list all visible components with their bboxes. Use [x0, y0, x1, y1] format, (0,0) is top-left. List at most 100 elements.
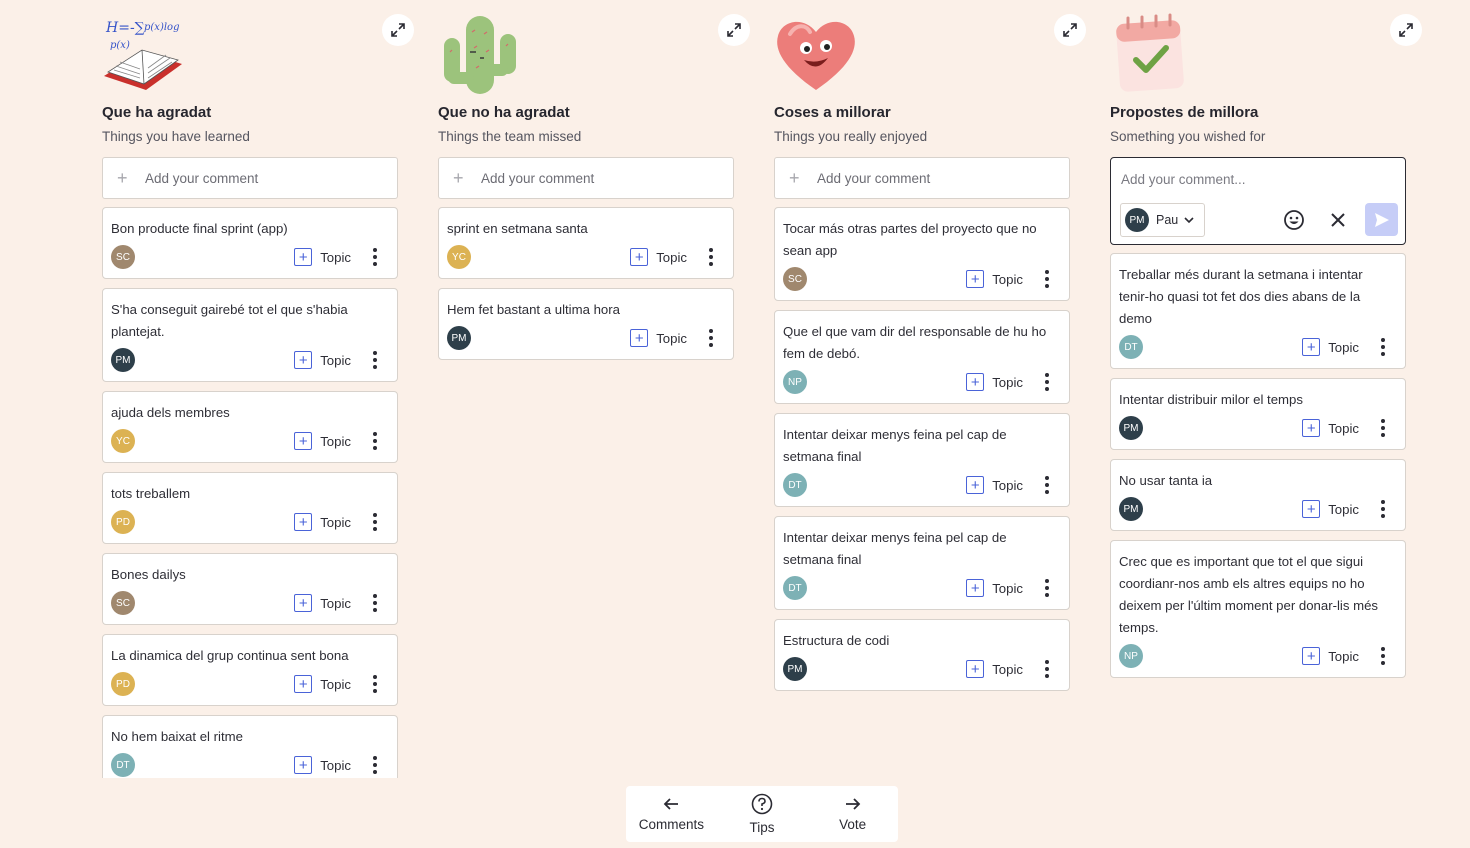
kebab-dot: [1381, 433, 1385, 437]
author-select[interactable]: PM Pau: [1120, 203, 1205, 237]
add-topic-button[interactable]: + Topic: [294, 248, 351, 266]
kebab-dot: [709, 336, 713, 340]
more-options-button[interactable]: [365, 348, 385, 372]
comments-button[interactable]: Comments: [626, 786, 717, 842]
add-topic-button[interactable]: + Topic: [966, 476, 1023, 494]
comment-card[interactable]: Tocar más otras partes del proyecto que …: [774, 207, 1070, 301]
bottom-nav-bar: Comments Tips Vote: [626, 786, 898, 842]
more-options-button[interactable]: [365, 510, 385, 534]
more-options-button[interactable]: [1037, 657, 1057, 681]
kebab-dot: [373, 262, 377, 266]
kebab-dot: [709, 262, 713, 266]
add-topic-button[interactable]: + Topic: [294, 756, 351, 774]
add-topic-button[interactable]: + Topic: [630, 248, 687, 266]
plus-square-icon: +: [294, 756, 313, 774]
card-text: Treballar més durant la setmana i intent…: [1119, 267, 1363, 326]
add-topic-button[interactable]: + Topic: [294, 432, 351, 450]
add-topic-button[interactable]: + Topic: [966, 660, 1023, 678]
expand-icon: [1399, 23, 1413, 37]
vote-button[interactable]: Vote: [807, 786, 898, 842]
more-options-button[interactable]: [365, 591, 385, 615]
comment-card[interactable]: tots treballem PD + Topic: [102, 472, 398, 544]
comment-input[interactable]: [1121, 172, 1391, 187]
add-topic-button[interactable]: + Topic: [630, 329, 687, 347]
comment-card[interactable]: Intentar deixar menys feina pel cap de s…: [774, 516, 1070, 610]
arrow-left-icon: [664, 798, 679, 810]
more-options-button[interactable]: [1373, 335, 1393, 359]
comment-card[interactable]: No usar tanta ia PM + Topic: [1110, 459, 1406, 531]
comment-card[interactable]: Bones dailys SC + Topic: [102, 553, 398, 625]
comment-card[interactable]: La dinamica del grup continua sent bona P…: [102, 634, 398, 706]
add-topic-button[interactable]: + Topic: [1302, 500, 1359, 518]
kebab-dot: [1381, 338, 1385, 342]
more-options-button[interactable]: [365, 245, 385, 269]
comment-card[interactable]: ajuda dels membres YC + Topic: [102, 391, 398, 463]
plus-square-icon: +: [966, 270, 985, 288]
card-footer: PM + Topic: [111, 347, 389, 373]
card-text: ajuda dels membres: [111, 405, 230, 420]
comment-card[interactable]: Intentar deixar menys feina pel cap de s…: [774, 413, 1070, 507]
comment-card[interactable]: Treballar més durant la setmana i intent…: [1110, 253, 1406, 369]
more-options-button[interactable]: [1037, 576, 1057, 600]
cancel-comment-button[interactable]: [1328, 210, 1348, 230]
add-topic-button[interactable]: + Topic: [294, 513, 351, 531]
more-options-button[interactable]: [365, 429, 385, 453]
comment-card[interactable]: S'ha conseguit gairebé tot el que s'habi…: [102, 288, 398, 382]
comment-card[interactable]: No hem baixat el ritme DT + Topic: [102, 715, 398, 778]
avatar: NP: [783, 370, 807, 394]
more-options-button[interactable]: [365, 753, 385, 777]
more-options-button[interactable]: [1037, 473, 1057, 497]
comment-card[interactable]: Intentar distribuir milor el temps PM + Top…: [1110, 378, 1406, 450]
expand-icon: [1063, 23, 1077, 37]
more-options-button[interactable]: [1373, 416, 1393, 440]
comment-card[interactable]: sprint en setmana santa YC + Topic: [438, 207, 734, 279]
add-topic-button[interactable]: + Topic: [966, 270, 1023, 288]
more-options-button[interactable]: [1373, 644, 1393, 668]
plus-icon: +: [117, 168, 128, 188]
topic-label: Topic: [1328, 501, 1359, 517]
plus-square-icon: +: [294, 432, 313, 450]
add-topic-button[interactable]: + Topic: [1302, 647, 1359, 665]
add-comment-label: Add your comment: [817, 170, 931, 186]
add-comment-box[interactable]: + Add your comment: [102, 157, 398, 199]
kebab-dot: [1381, 514, 1385, 518]
comment-card[interactable]: Que el que vam dir del responsable de hu…: [774, 310, 1070, 404]
more-options-button[interactable]: [701, 245, 721, 269]
add-comment-box[interactable]: + Add your comment: [774, 157, 1070, 199]
expand-column-button[interactable]: [1390, 14, 1422, 46]
add-topic-button[interactable]: + Topic: [294, 675, 351, 693]
column-propostes-de-millora: Propostes de millora Something you wishe…: [1110, 0, 1422, 778]
comment-card[interactable]: Bon producte final sprint (app) SC + Topic: [102, 207, 398, 279]
tips-button[interactable]: Tips: [717, 786, 808, 842]
card-footer: PD + Topic: [111, 509, 389, 535]
expand-column-button[interactable]: [718, 14, 750, 46]
kebab-dot: [1381, 500, 1385, 504]
add-topic-button[interactable]: + Topic: [294, 351, 351, 369]
add-topic-button[interactable]: + Topic: [966, 579, 1023, 597]
comment-composer: PM Pau: [1110, 157, 1406, 245]
kebab-dot: [373, 365, 377, 369]
expand-column-button[interactable]: [1054, 14, 1086, 46]
comment-card[interactable]: Estructura de codi PM + Topic: [774, 619, 1070, 691]
add-topic-button[interactable]: + Topic: [294, 594, 351, 612]
book-formula-icon: H=-∑ p(x)log p(x): [102, 12, 186, 94]
kebab-dot: [373, 432, 377, 436]
add-topic-button[interactable]: + Topic: [1302, 338, 1359, 356]
plus-square-icon: +: [1302, 419, 1321, 437]
send-comment-button[interactable]: [1365, 203, 1398, 236]
expand-column-button[interactable]: [382, 14, 414, 46]
add-topic-button[interactable]: + Topic: [1302, 419, 1359, 437]
card-footer: DT + Topic: [1119, 334, 1397, 360]
kebab-dot: [1045, 490, 1049, 494]
more-options-button[interactable]: [365, 672, 385, 696]
more-options-button[interactable]: [1037, 370, 1057, 394]
more-options-button[interactable]: [701, 326, 721, 350]
emoji-button[interactable]: [1282, 208, 1306, 232]
comment-card[interactable]: Hem fet bastant a ultima hora PM + Topic: [438, 288, 734, 360]
add-comment-box[interactable]: + Add your comment: [438, 157, 734, 199]
card-text: Intentar deixar menys feina pel cap de s…: [783, 530, 1007, 567]
add-topic-button[interactable]: + Topic: [966, 373, 1023, 391]
more-options-button[interactable]: [1037, 267, 1057, 291]
more-options-button[interactable]: [1373, 497, 1393, 521]
comment-card[interactable]: Crec que es important que tot el que sig…: [1110, 540, 1406, 678]
